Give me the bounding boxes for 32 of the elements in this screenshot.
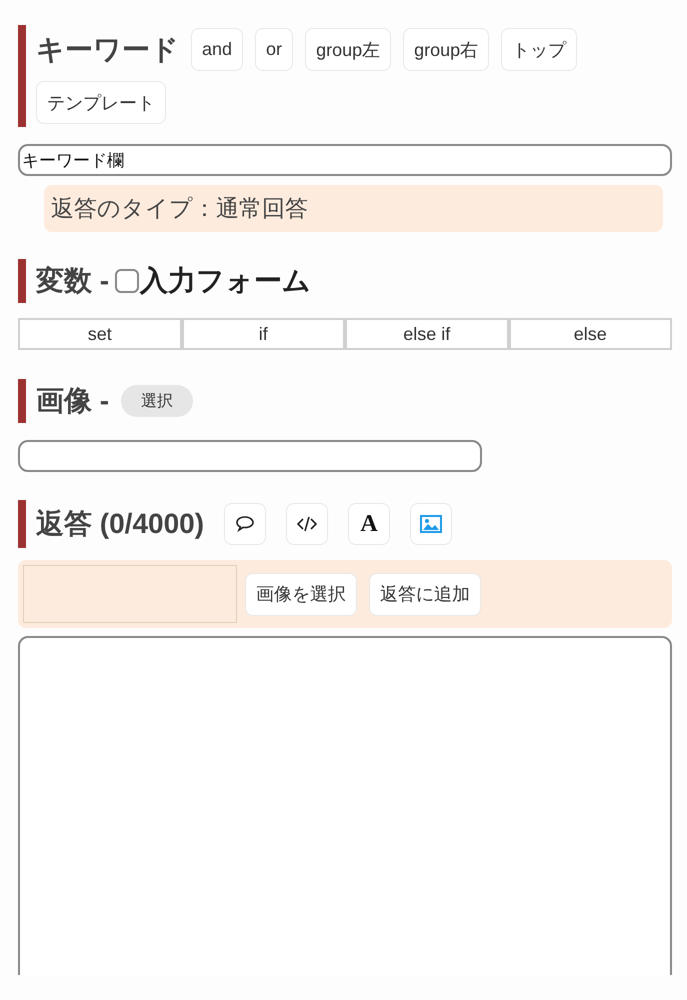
select-button[interactable]: 選択 — [121, 385, 194, 417]
section-title: 画像 - — [36, 384, 110, 418]
button[interactable]: 返答に追加 — [369, 572, 481, 616]
button[interactable]: 画像を選択 — [245, 572, 357, 616]
button[interactable]: and — [191, 28, 244, 71]
reply-type-banner: 返答のタイプ：通常回答 — [44, 185, 663, 232]
speech-bubble-icon — [235, 515, 256, 533]
checkbox[interactable] — [115, 269, 140, 293]
tab-button[interactable]: set — [18, 318, 182, 350]
section-title: 変数 - — [36, 264, 110, 298]
button[interactable]: group右 — [403, 28, 490, 71]
image-field[interactable] — [18, 440, 482, 472]
button[interactable]: テンプレート — [36, 81, 166, 124]
button[interactable]: or — [255, 28, 294, 71]
button[interactable]: group左 — [305, 28, 392, 71]
code-button[interactable] — [286, 503, 328, 545]
checkbox-label: 入力フォーム — [140, 264, 312, 298]
tab-button[interactable]: if — [182, 318, 345, 350]
code-icon — [297, 516, 318, 532]
accent-bar — [18, 379, 26, 423]
image-button[interactable] — [410, 503, 452, 545]
accent-bar — [18, 259, 26, 303]
speech-bubble-button[interactable] — [224, 503, 266, 545]
tab-button[interactable]: else if — [345, 318, 508, 350]
image-icon — [420, 515, 442, 533]
font-button[interactable]: A — [348, 503, 390, 545]
button[interactable]: トップ — [501, 28, 578, 71]
section-title: 返答 (0/4000) — [36, 507, 204, 541]
accent-bar — [18, 500, 26, 548]
section-title: キーワード — [36, 32, 179, 66]
tab-button[interactable]: else — [508, 318, 672, 350]
keyword-field[interactable]: キーワード欄 — [18, 144, 672, 176]
